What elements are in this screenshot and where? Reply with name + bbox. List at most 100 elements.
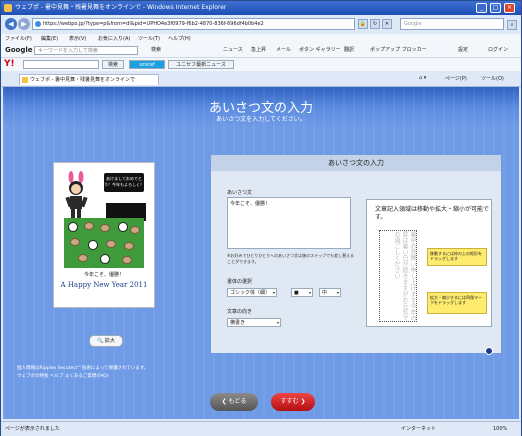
pancake-icon <box>84 222 94 230</box>
zone-text: インターネット <box>401 426 437 432</box>
card-message: 今年こそ、優勝！ <box>83 272 124 278</box>
card-greeting: A Happy New Year 2011 <box>60 281 148 289</box>
browser-window: ウェブポ - 暑中見舞・残暑見舞をオンラインで - Windows Intern… <box>0 0 522 436</box>
preview-text: 文章記入領域は移動や拡大・縮小が可能です。 <box>375 206 490 221</box>
pancake-icon <box>70 238 80 246</box>
next-label: すすむ <box>280 398 299 405</box>
pancake-icon <box>78 254 88 262</box>
footer-info: 個人情報はRipplex Secutect™技術によって保護されています。 ウェ… <box>17 365 148 381</box>
soccer-ball-icon <box>88 240 98 250</box>
character-illustration <box>65 171 88 218</box>
yahoo-search-button[interactable]: 検索 <box>102 60 124 69</box>
unicef-news-button[interactable]: ユニセフ最新ニュース <box>168 60 234 69</box>
zoom-level[interactable]: 100% <box>493 422 507 436</box>
page-menu[interactable]: ページ(P) <box>445 75 467 82</box>
next-button[interactable]: すすむ ❯ <box>271 393 315 411</box>
page-subtitle: あいさつ文を入力してください。 <box>216 116 306 123</box>
text-area-frame[interactable]: 暑中お見舞い申し上げます今年の夏は暑い日が続きますがお元気でお過ごしください <box>379 230 417 322</box>
info-icon[interactable] <box>485 347 493 355</box>
footer-links[interactable]: ウェブポの特長 ヘルプ よくあるご質問(FAQ) <box>17 373 148 381</box>
google-search-button[interactable]: 検索 <box>151 44 161 57</box>
url-text: https://webpo.jp/?type=p&from=dl&pid=UPH… <box>43 21 264 27</box>
status-bar: ページが表示されました インターネット 100% <box>1 421 521 436</box>
menu-bar: ファイル(F) 編集(E) 表示(V) お気に入り(A) ツール(T) ヘルプ(… <box>1 34 521 44</box>
google-toolbar: Google キーワードを入力して検索 検索 ニュース 急上昇 メール ボタン … <box>1 44 521 58</box>
yahoo-search-input[interactable] <box>23 60 99 69</box>
greeting-label: あいさつ文 <box>227 190 253 196</box>
menu-favorites[interactable]: お気に入り(A) <box>98 34 130 44</box>
zoom-button[interactable]: 🔍 拡大 <box>89 335 123 347</box>
refresh-icon[interactable]: ↻ <box>370 19 380 29</box>
menu-edit[interactable]: 編集(E) <box>41 34 58 44</box>
chevron-down-icon: ▾ <box>336 290 339 295</box>
search-icon[interactable]: ⌕ <box>507 20 517 30</box>
zoom-label: 拡大 <box>104 338 115 344</box>
search-input[interactable]: Google <box>400 18 504 30</box>
address-bar[interactable]: https://webpo.jp/?type=p&from=dl&pid=UPH… <box>32 18 355 30</box>
menu-view[interactable]: 表示(V) <box>69 34 86 44</box>
pancake-icon <box>106 240 116 248</box>
back-arrow-icon[interactable]: ◀ <box>5 18 17 30</box>
pancake-icon <box>100 224 110 232</box>
yahoo-logo: Y! <box>4 59 15 69</box>
pancake-icon <box>124 242 134 250</box>
yahoo-toolbar: Y! 検索 unicef ユニセフ最新ニュース <box>1 58 521 71</box>
pancake-icon <box>130 226 140 234</box>
panel-heading: あいさつ文の入力 <box>211 155 501 171</box>
lock-icon[interactable]: 🔒 <box>358 19 368 29</box>
chevron-down-icon: ▾ <box>276 320 279 325</box>
page-icon <box>35 21 41 27</box>
font-value: ゴシック体（細） <box>230 290 271 296</box>
google-logo: Google <box>5 46 33 54</box>
direction-value: 横書き <box>230 320 246 326</box>
direction-label: 文章の向き <box>227 309 253 315</box>
soccer-ball-icon <box>100 254 110 264</box>
toolbar-trending[interactable]: 急上昇 <box>251 44 266 57</box>
close-button[interactable]: × <box>504 3 515 13</box>
color-value: ■ <box>294 290 299 296</box>
back-button[interactable]: ❮ もどる <box>210 393 258 411</box>
toolbar-translate[interactable]: 翻訳 <box>344 44 354 57</box>
toolbar-popup[interactable]: ポップアップ ブロッカー <box>370 44 427 57</box>
forward-arrow-icon[interactable]: ▶ <box>18 18 30 30</box>
greeting-textarea[interactable]: 今年こそ、優勝！ <box>227 197 351 249</box>
menu-file[interactable]: ファイル(F) <box>5 34 32 44</box>
tab-icon <box>22 77 28 83</box>
unicef-button[interactable]: unicef <box>129 60 165 69</box>
back-label: もどる <box>228 398 247 405</box>
tab-webpo[interactable]: ウェブポ - 暑中見舞・残暑見舞をオンラインで <box>19 74 159 85</box>
chevron-down-icon: ▾ <box>272 290 275 295</box>
font-select[interactable]: ゴシック体（細） ▾ <box>227 288 277 297</box>
soccer-ball-icon <box>118 222 128 232</box>
chevron-down-icon: ▾ <box>308 290 311 295</box>
toolbar-mail[interactable]: メール <box>276 44 291 57</box>
minimize-button[interactable]: _ <box>476 3 487 13</box>
stop-icon[interactable]: ✕ <box>382 19 392 29</box>
speech-bubble: あけましておめでとう！今年もよろしく！ <box>104 173 144 192</box>
resize-tip: 拡大・縮小するには四角マークをドラッグします <box>427 292 487 314</box>
title-bar: ウェブポ - 暑中見舞・残暑見舞をオンラインで - Windows Intern… <box>1 1 521 15</box>
toolbar-gallery[interactable]: ボタン ギャラリー <box>299 44 341 57</box>
color-select[interactable]: ■ ▾ <box>291 288 313 297</box>
address-row: ◀ ▶ https://webpo.jp/?type=p&from=dl&pid… <box>1 16 521 33</box>
size-select[interactable]: 中 ▾ <box>319 288 341 297</box>
login-button[interactable]: ログイン <box>488 44 508 57</box>
status-text: ページが表示されました <box>5 426 60 432</box>
window-title: ウェブポ - 暑中見舞・残暑見舞をオンラインで - Windows Intern… <box>15 4 227 11</box>
menu-tools[interactable]: ツール(T) <box>138 34 160 44</box>
privacy-note: 個人情報はRipplex Secutect™技術によって保護されています。 <box>17 366 149 371</box>
tab-bar: ウェブポ - 暑中見舞・残暑見舞をオンラインで <box>1 72 521 87</box>
menu-help[interactable]: ヘルプ(H) <box>168 34 191 44</box>
soccer-field <box>64 218 144 268</box>
settings-button[interactable]: 設定 <box>458 44 468 57</box>
pancake-icon <box>122 256 132 264</box>
tab-label: ウェブポ - 暑中見舞・残暑見舞をオンラインで <box>30 77 135 83</box>
layout-preview: 文章記入領域は移動や拡大・縮小が可能です。 暑中お見舞い申し上げます今年の夏は暑… <box>366 199 492 327</box>
direction-select[interactable]: 横書き ▾ <box>227 318 281 327</box>
home-icon[interactable]: ⌂ ▾ <box>419 75 426 81</box>
toolbar-news[interactable]: ニュース <box>223 44 243 57</box>
soccer-ball-icon <box>68 222 78 232</box>
maximize-button[interactable]: □ <box>490 3 501 13</box>
tools-menu[interactable]: ツール(O) <box>481 75 504 82</box>
google-search-input[interactable]: キーワードを入力して検索 <box>34 46 138 55</box>
